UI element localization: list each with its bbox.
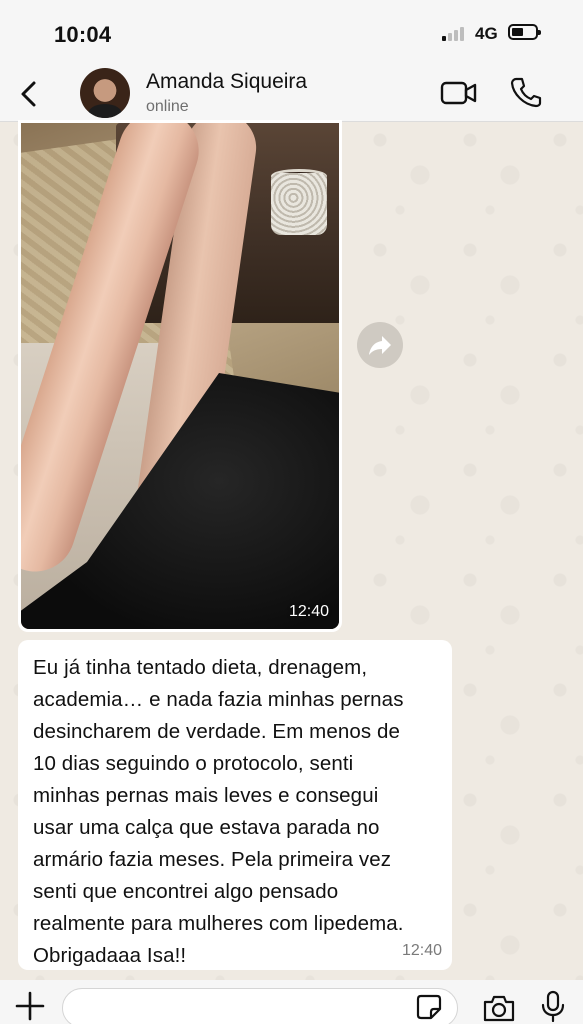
back-chevron-icon[interactable] bbox=[16, 80, 42, 108]
network-type: 4G bbox=[475, 24, 498, 43]
image-message-bubble[interactable]: 12:40 bbox=[18, 120, 342, 632]
status-time: 10:04 bbox=[54, 22, 112, 47]
video-call-icon[interactable] bbox=[440, 80, 478, 106]
message-photo[interactable]: 12:40 bbox=[21, 123, 339, 629]
signal-strength-icon bbox=[442, 27, 466, 41]
forward-arrow-icon bbox=[369, 336, 391, 355]
message-input-bar bbox=[0, 980, 583, 1024]
message-time: 12:40 bbox=[288, 603, 329, 620]
contact-name[interactable]: Amanda Siqueira bbox=[146, 70, 307, 94]
message-input[interactable] bbox=[62, 988, 458, 1024]
forward-button[interactable] bbox=[357, 322, 403, 368]
contact-status: online bbox=[146, 98, 189, 115]
phone-call-icon[interactable] bbox=[510, 76, 542, 108]
microphone-icon[interactable] bbox=[540, 990, 566, 1022]
message-time: 12:40 bbox=[401, 942, 442, 959]
camera-icon[interactable] bbox=[482, 994, 516, 1022]
coffee-mug-image bbox=[271, 173, 327, 235]
contact-avatar[interactable] bbox=[80, 68, 130, 118]
text-message-bubble[interactable]: Eu já tinha tentado dieta, drenagem, aca… bbox=[18, 640, 452, 970]
plus-icon[interactable] bbox=[14, 990, 46, 1022]
message-text: Eu já tinha tentado dieta, drenagem, aca… bbox=[33, 656, 404, 967]
battery-icon bbox=[508, 24, 541, 40]
status-bar: 10:04 4G bbox=[0, 0, 583, 62]
chat-header: Amanda Siqueira online bbox=[0, 62, 583, 122]
sticker-icon[interactable] bbox=[416, 994, 442, 1020]
